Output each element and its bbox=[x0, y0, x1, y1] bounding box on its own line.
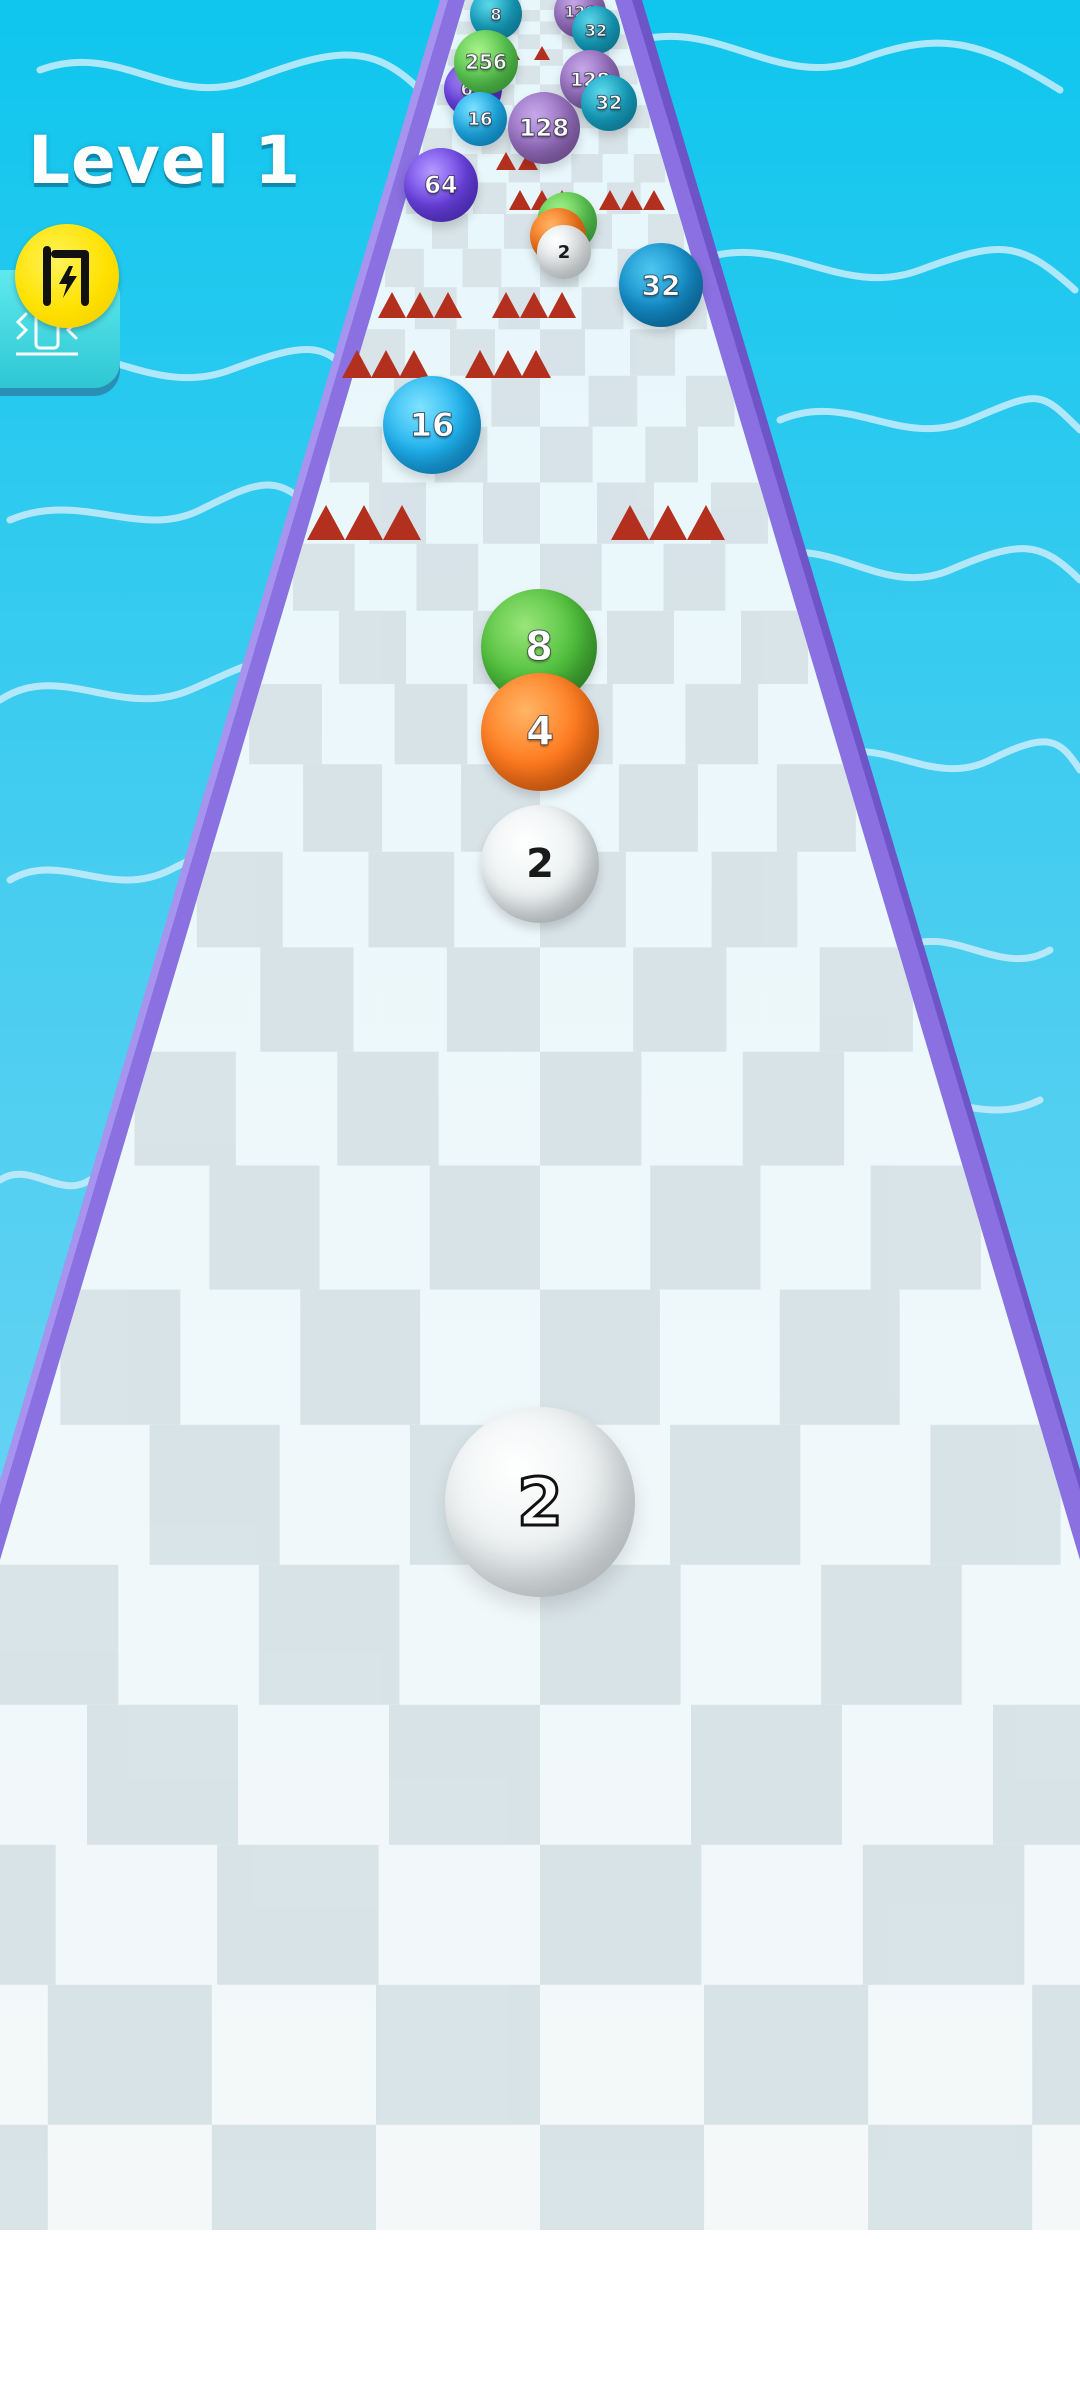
ball-16-left: 16 bbox=[383, 376, 481, 474]
ball-2-near: 2 bbox=[481, 805, 599, 923]
ball-16-far: 16 bbox=[453, 92, 507, 146]
game-scene[interactable]: 8 128 32 64 256 128 32 16 128 64 2 32 16… bbox=[0, 0, 1080, 2230]
player-ball[interactable]: 2 bbox=[445, 1407, 635, 1597]
ball-64-left: 64 bbox=[404, 148, 478, 222]
ball-32-far: 32 bbox=[581, 75, 637, 131]
boost-icon bbox=[43, 246, 89, 306]
ball-4: 4 bbox=[481, 673, 599, 791]
boost-button[interactable] bbox=[15, 224, 119, 328]
checkered-track bbox=[0, 0, 1080, 2230]
game-screen[interactable]: 8 128 32 64 256 128 32 16 128 64 2 32 16… bbox=[0, 0, 1080, 2400]
level-title: Level 1 bbox=[28, 122, 302, 199]
track-scene bbox=[0, 0, 1080, 2230]
bottom-blank-area bbox=[0, 2230, 1080, 2400]
ball-2-far: 2 bbox=[537, 225, 591, 279]
ball-128-center: 128 bbox=[508, 92, 580, 164]
ball-32-top: 32 bbox=[572, 6, 620, 54]
ball-32-right: 32 bbox=[619, 243, 703, 327]
ball-256-far: 256 bbox=[454, 30, 518, 94]
